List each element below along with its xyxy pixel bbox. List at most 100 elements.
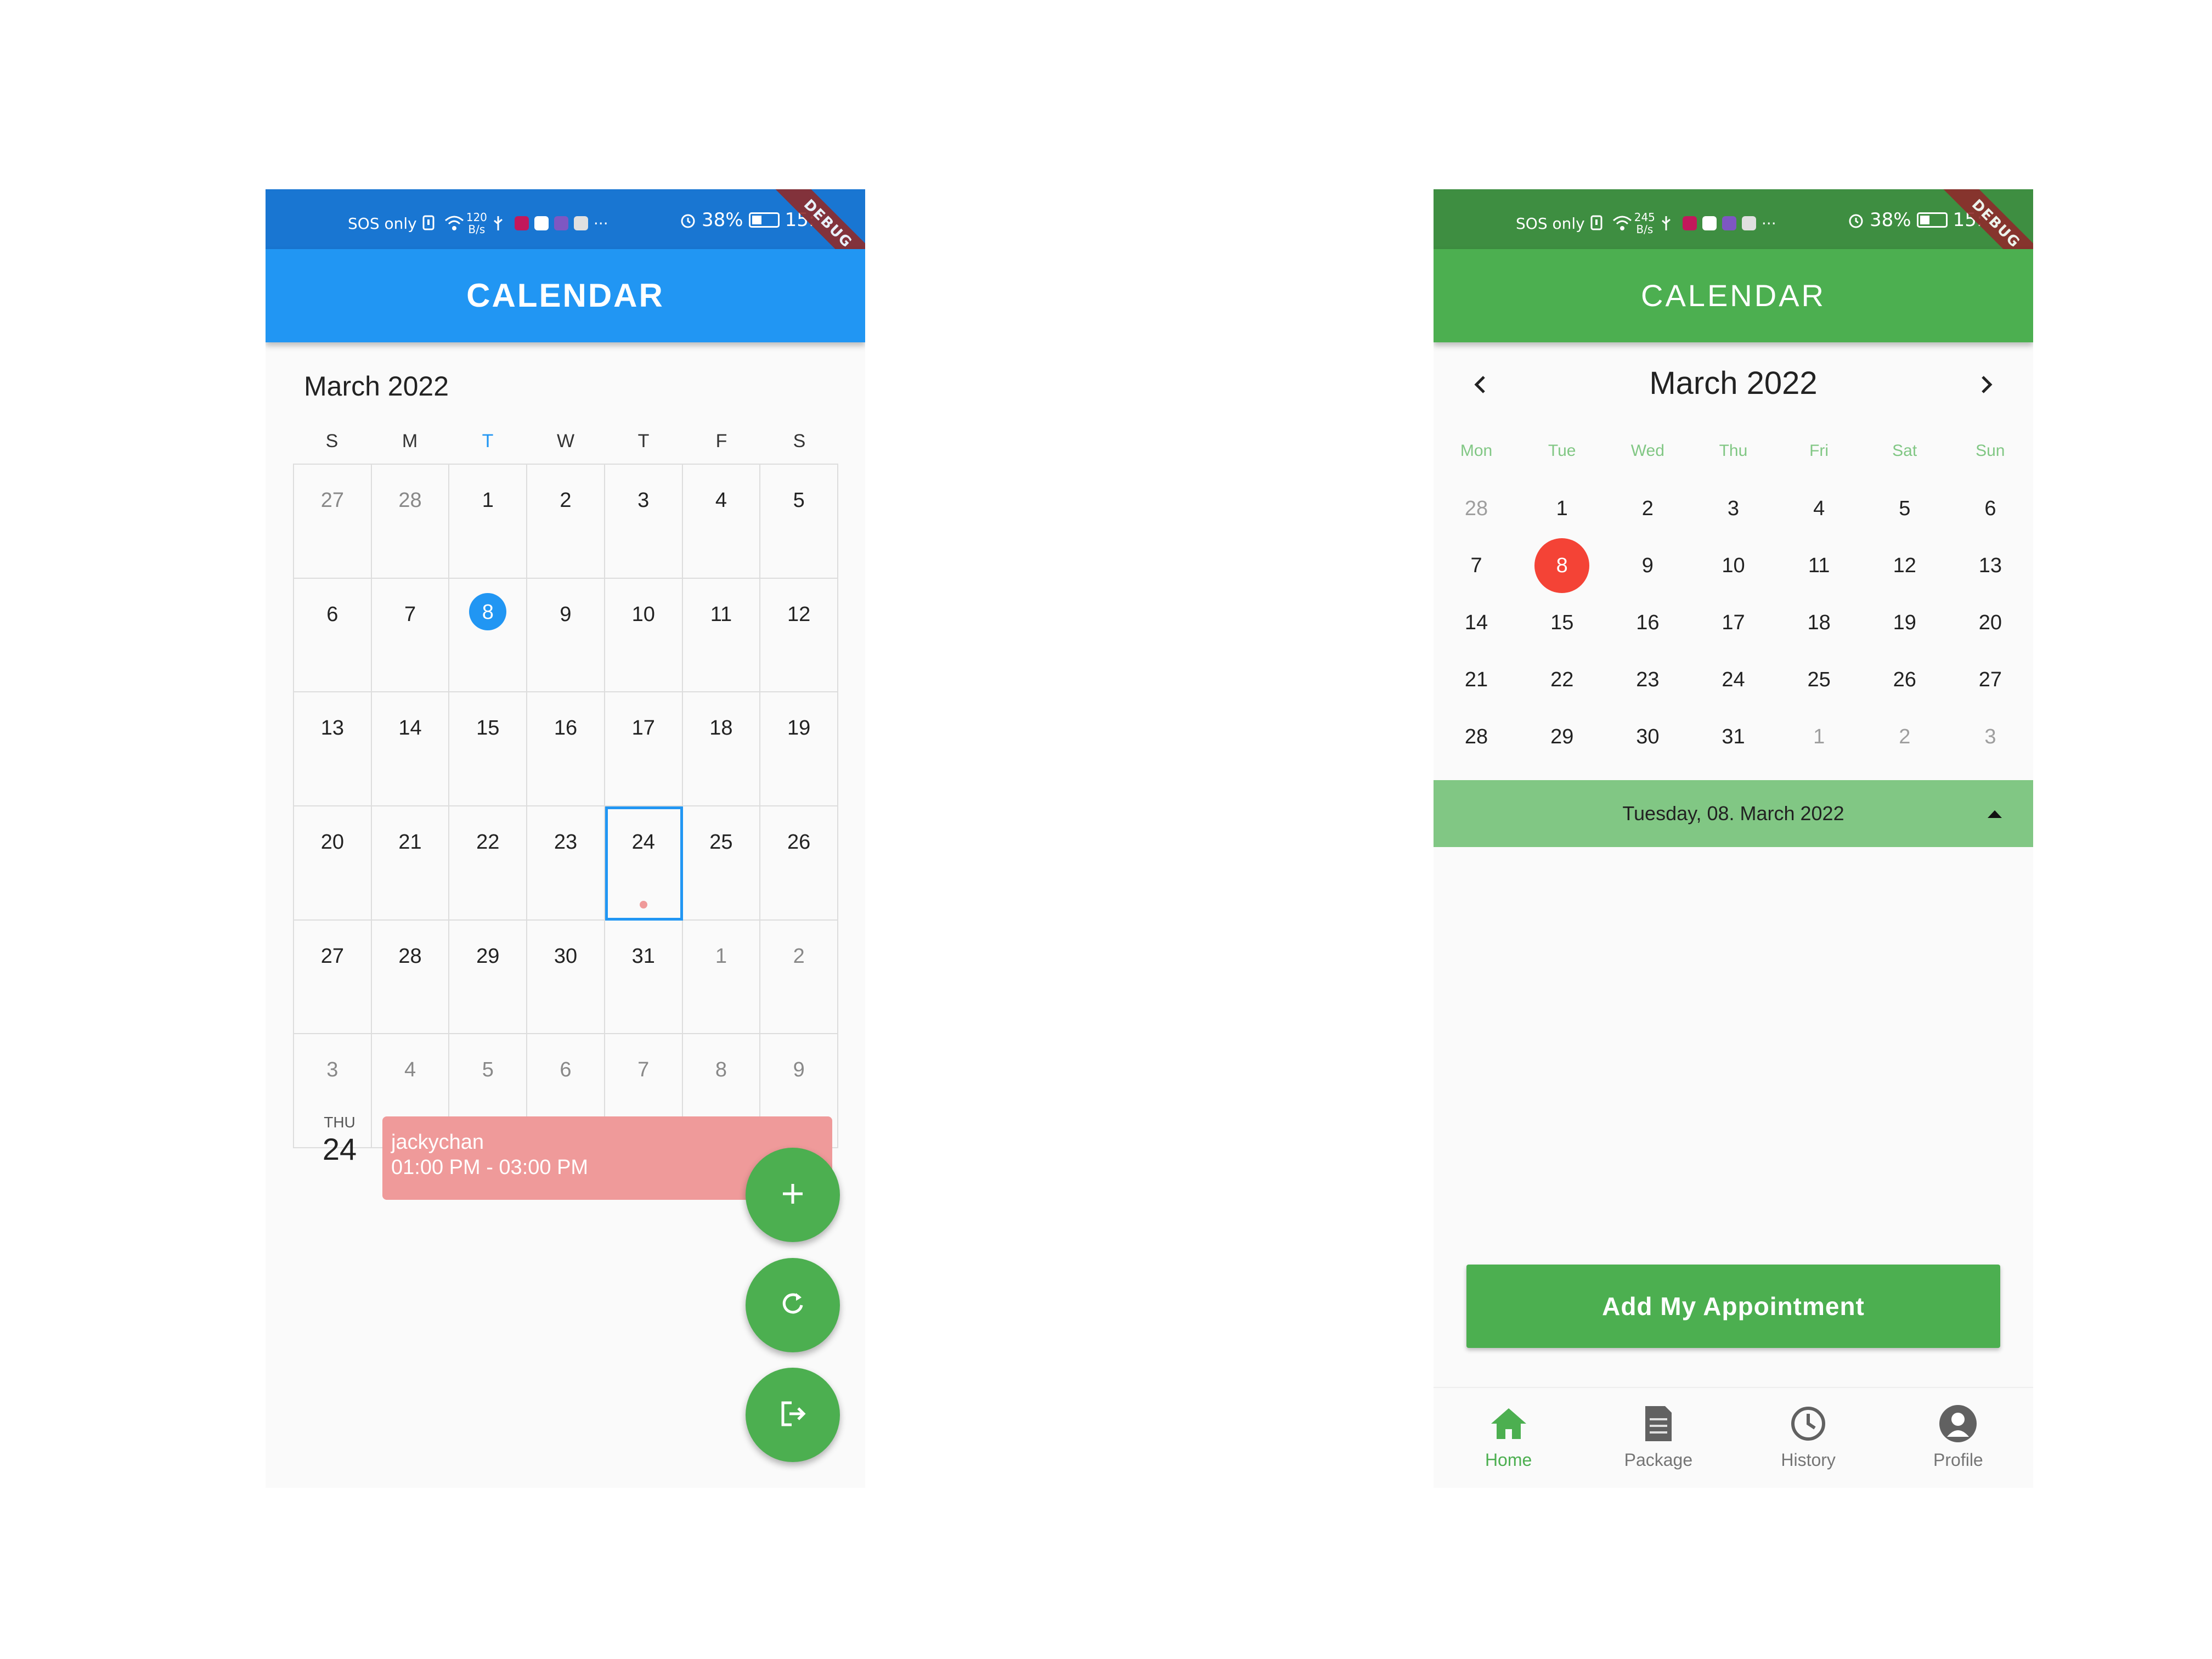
month-grid: 28 1 2 3 4 5 6 7 8 9 10 11 12 13 14 15 16 17 18 19 20 21 22 23 2…	[1434, 480, 2033, 765]
day-cell[interactable]: 30	[1605, 708, 1690, 765]
nav-history[interactable]: History	[1734, 1388, 1883, 1488]
day-cell-selected[interactable]: 24	[605, 806, 683, 921]
day-cell[interactable]: 29	[449, 920, 528, 1035]
day-cell[interactable]: 7	[371, 578, 450, 693]
day-cell[interactable]: 27	[294, 465, 372, 579]
day-cell[interactable]: 14	[1434, 594, 1519, 651]
day-cell[interactable]: 10	[605, 578, 683, 693]
day-cell[interactable]: 15	[1519, 594, 1605, 651]
day-cell[interactable]: 9	[527, 578, 605, 693]
day-cell[interactable]: 11	[1776, 537, 1862, 594]
day-cell[interactable]: 9	[1605, 537, 1690, 594]
day-number: 26	[1893, 668, 1916, 691]
day-cell[interactable]: 25	[682, 806, 761, 921]
day-cell[interactable]: 13	[1948, 537, 2033, 594]
day-number: 27	[320, 489, 344, 512]
day-cell[interactable]: 11	[682, 578, 761, 693]
day-cell[interactable]: 27	[1948, 651, 2033, 708]
alarm-icon	[1848, 212, 1864, 228]
day-cell[interactable]: 7	[1434, 537, 1519, 594]
day-cell[interactable]: 16	[527, 692, 605, 806]
day-cell[interactable]: 31	[1690, 708, 1776, 765]
nav-package[interactable]: Package	[1583, 1388, 1733, 1488]
day-cell[interactable]: 18	[1776, 594, 1862, 651]
day-cell[interactable]: 13	[294, 692, 372, 806]
day-cell[interactable]: 23	[1605, 651, 1690, 708]
day-cell[interactable]: 16	[1605, 594, 1690, 651]
day-cell[interactable]: 2	[1862, 708, 1948, 765]
day-cell[interactable]: 28	[371, 920, 450, 1035]
day-cell[interactable]: 2	[760, 920, 838, 1035]
status-left: SOS only 245 B/s ···	[1516, 211, 1776, 235]
day-number: 3	[326, 1058, 338, 1082]
day-cell[interactable]: 28	[371, 465, 450, 579]
day-cell[interactable]: 3	[1948, 708, 2033, 765]
day-cell[interactable]: 1	[1776, 708, 1862, 765]
day-cell[interactable]: 5	[760, 465, 838, 579]
day-cell[interactable]: 12	[1862, 537, 1948, 594]
day-cell[interactable]: 3	[605, 465, 683, 579]
refresh-button[interactable]	[746, 1258, 840, 1352]
day-cell[interactable]: 1	[1519, 480, 1605, 537]
caret-up-icon[interactable]	[1984, 780, 2006, 847]
day-number: 7	[404, 602, 416, 626]
day-cell-today[interactable]: 8	[1519, 537, 1605, 594]
day-number: 23	[1636, 668, 1660, 691]
day-cell[interactable]: 23	[527, 806, 605, 921]
day-cell[interactable]: 29	[1519, 708, 1605, 765]
day-cell[interactable]: 19	[760, 692, 838, 806]
day-cell[interactable]: 22	[449, 806, 528, 921]
day-cell[interactable]: 27	[294, 920, 372, 1035]
day-cell[interactable]: 21	[371, 806, 450, 921]
add-event-button[interactable]	[746, 1148, 840, 1242]
day-cell[interactable]: 2	[1605, 480, 1690, 537]
day-cell[interactable]: 30	[527, 920, 605, 1035]
day-number: 6	[326, 602, 338, 626]
day-cell[interactable]: 12	[760, 578, 838, 693]
day-cell[interactable]: 2	[527, 465, 605, 579]
day-cell[interactable]: 1	[449, 465, 528, 579]
day-cell[interactable]: 31	[605, 920, 683, 1035]
day-cell[interactable]: 6	[294, 578, 372, 693]
day-cell[interactable]: 22	[1519, 651, 1605, 708]
day-cell[interactable]: 6	[1948, 480, 2033, 537]
day-cell[interactable]: 19	[1862, 594, 1948, 651]
day-cell[interactable]: 28	[1434, 480, 1519, 537]
next-month-button[interactable]	[1970, 369, 2003, 402]
day-cell[interactable]: 1	[682, 920, 761, 1035]
day-number: 16	[554, 716, 578, 740]
nav-label: Profile	[1933, 1450, 1983, 1470]
selected-date-bar[interactable]: Tuesday, 08. March 2022	[1434, 780, 2033, 847]
weekday-header: S M T W T F S	[293, 431, 838, 452]
day-cell[interactable]: 18	[682, 692, 761, 806]
day-cell[interactable]: 26	[760, 806, 838, 921]
day-cell[interactable]: 24	[1690, 651, 1776, 708]
day-number: 4	[1813, 497, 1825, 520]
day-cell-today[interactable]: 8	[449, 578, 528, 693]
day-cell[interactable]: 20	[294, 806, 372, 921]
day-cell[interactable]: 3	[1690, 480, 1776, 537]
agenda-weekday: THU	[324, 1114, 356, 1131]
day-number: 24	[631, 831, 655, 854]
add-appointment-button[interactable]: Add My Appointment	[1466, 1265, 2000, 1348]
day-number: 22	[476, 831, 500, 854]
calendar-header: March 2022	[1434, 359, 2033, 403]
day-cell[interactable]: 4	[1776, 480, 1862, 537]
day-cell[interactable]: 21	[1434, 651, 1519, 708]
day-cell[interactable]: 5	[1862, 480, 1948, 537]
day-cell[interactable]: 26	[1862, 651, 1948, 708]
wifi-icon	[1612, 215, 1632, 232]
day-cell[interactable]: 17	[1690, 594, 1776, 651]
nav-home[interactable]: Home	[1434, 1388, 1583, 1488]
day-cell[interactable]: 15	[449, 692, 528, 806]
nav-profile[interactable]: Profile	[1883, 1388, 2033, 1488]
day-cell[interactable]: 20	[1948, 594, 2033, 651]
day-cell[interactable]: 10	[1690, 537, 1776, 594]
day-cell[interactable]: 14	[371, 692, 450, 806]
day-cell[interactable]: 25	[1776, 651, 1862, 708]
logout-button[interactable]	[746, 1368, 840, 1462]
day-cell[interactable]: 17	[605, 692, 683, 806]
weekday-label: F	[715, 431, 727, 452]
day-cell[interactable]: 28	[1434, 708, 1519, 765]
day-cell[interactable]: 4	[682, 465, 761, 579]
